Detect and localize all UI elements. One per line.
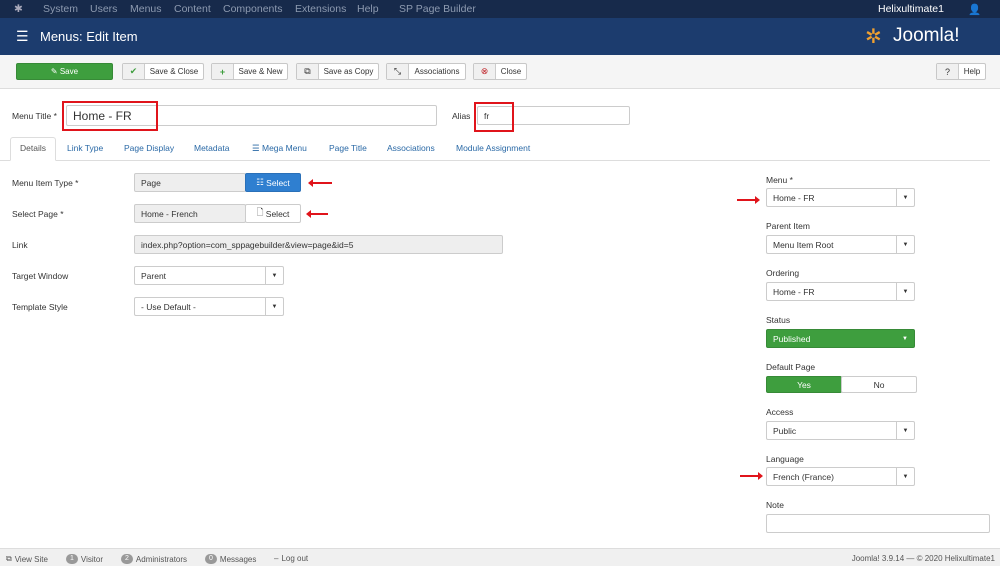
ordering-select[interactable]: Home - FR ▼ bbox=[766, 282, 915, 301]
tab-module-assignment[interactable]: Module Assignment bbox=[456, 143, 530, 153]
default-no-button[interactable]: No bbox=[841, 376, 917, 393]
caret-down-icon: ▼ bbox=[896, 189, 914, 206]
link-label: Link bbox=[12, 240, 28, 250]
nav-help[interactable]: Help bbox=[357, 3, 379, 15]
messages-link[interactable]: 0 Messages bbox=[205, 554, 256, 564]
toolbar: ✎ Save ✔ Save & Close + Save & New ⧉ Save a… bbox=[0, 55, 1000, 89]
template-style-select[interactable]: - Use Default - ▼ bbox=[134, 297, 284, 316]
default-yes-button[interactable]: Yes bbox=[766, 376, 842, 393]
annotation-box bbox=[62, 101, 158, 131]
note-label: Note bbox=[766, 500, 784, 510]
question-icon: ? bbox=[937, 64, 959, 79]
menu-label: Menu * bbox=[766, 175, 793, 185]
tab-divider bbox=[0, 160, 990, 161]
tab-metadata[interactable]: Metadata bbox=[194, 143, 229, 153]
list-icon: ☷ bbox=[256, 177, 267, 187]
joomla-logo-icon: ✲ bbox=[865, 26, 882, 48]
status-label: Status bbox=[766, 315, 791, 325]
nav-menus[interactable]: Menus bbox=[130, 3, 162, 15]
visitors-link[interactable]: 1 Visitor bbox=[66, 554, 103, 564]
page-header: ☰ Menus: Edit Item ✲ Joomla! bbox=[0, 18, 1000, 55]
joomla-icon[interactable]: ✱ bbox=[14, 3, 23, 15]
menu-select[interactable]: Home - FR ▼ bbox=[766, 188, 915, 207]
target-window-label: Target Window bbox=[12, 271, 69, 281]
menu-title-label: Menu Title * bbox=[12, 111, 57, 121]
joomla-logo: Joomla! bbox=[893, 25, 960, 46]
annotation-arrow bbox=[740, 472, 763, 480]
caret-down-icon: ▼ bbox=[265, 298, 283, 315]
menu-item-type-select-button[interactable]: ☷ Select bbox=[245, 173, 301, 192]
save-new-button[interactable]: + Save & New bbox=[211, 63, 288, 80]
menu-item-type-label: Menu Item Type * bbox=[12, 178, 79, 188]
annotation-arrow bbox=[737, 196, 760, 204]
target-window-select[interactable]: Parent ▼ bbox=[134, 266, 284, 285]
access-label: Access bbox=[766, 407, 794, 417]
select-page-label: Select Page * bbox=[12, 209, 64, 219]
caret-down-icon: ▼ bbox=[265, 267, 283, 284]
tab-associations[interactable]: Associations bbox=[387, 143, 435, 153]
annotation-arrow bbox=[308, 179, 332, 187]
menu-item-type-field: Page bbox=[134, 173, 246, 192]
nav-system[interactable]: System bbox=[43, 3, 78, 15]
alias-label: Alias bbox=[452, 111, 471, 121]
note-input[interactable] bbox=[766, 514, 990, 533]
language-select[interactable]: French (France) ▼ bbox=[766, 467, 915, 486]
tab-page-display[interactable]: Page Display bbox=[124, 143, 174, 153]
default-page-label: Default Page bbox=[766, 362, 816, 372]
minus-icon: – bbox=[274, 554, 279, 563]
logout-link[interactable]: – Log out bbox=[274, 554, 308, 563]
caret-down-icon: ▼ bbox=[896, 283, 914, 300]
nav-users[interactable]: Users bbox=[90, 3, 117, 15]
administrators-link[interactable]: 2 Administrators bbox=[121, 554, 187, 564]
caret-down-icon: ▼ bbox=[896, 236, 914, 253]
view-site-link[interactable]: ⧉ View Site bbox=[6, 554, 48, 564]
top-navbar: ✱ System Users Menus Content Components … bbox=[0, 0, 1000, 18]
save-button[interactable]: ✎ Save bbox=[16, 63, 113, 80]
select-page-field: Home - French bbox=[134, 204, 246, 223]
plus-icon: + bbox=[212, 64, 234, 79]
cancel-icon: ⊗ bbox=[474, 64, 496, 79]
select-page-button[interactable]: 🗋 Select bbox=[245, 204, 301, 223]
save-copy-button[interactable]: ⧉ Save as Copy bbox=[296, 63, 379, 80]
parent-item-label: Parent Item bbox=[766, 221, 810, 231]
tab-mega-menu[interactable]: ☰ Mega Menu bbox=[252, 143, 307, 154]
check-icon: ✔ bbox=[123, 64, 145, 79]
link-field: index.php?option=com_sppagebuilder&view=… bbox=[134, 235, 503, 254]
tab-link-type[interactable]: Link Type bbox=[67, 143, 103, 153]
template-style-label: Template Style bbox=[12, 302, 68, 312]
nav-extensions[interactable]: Extensions bbox=[295, 3, 346, 15]
tab-details-label[interactable]: Details bbox=[20, 143, 46, 153]
caret-down-icon: ▼ bbox=[896, 468, 914, 485]
parent-item-select[interactable]: Menu Item Root ▼ bbox=[766, 235, 915, 254]
file-icon: 🗋 bbox=[256, 206, 266, 217]
caret-down-icon: ▼ bbox=[902, 335, 908, 342]
ordering-label: Ordering bbox=[766, 268, 800, 278]
contract-icon: ⤡ bbox=[387, 64, 409, 79]
nav-sp-page-builder[interactable]: SP Page Builder bbox=[399, 3, 476, 15]
nav-components[interactable]: Components bbox=[223, 3, 283, 15]
nav-user-site[interactable]: Helixultimate1 bbox=[878, 3, 944, 15]
status-bar: ⧉ View Site 1 Visitor 2 Administrators 0 Mes… bbox=[0, 548, 1000, 566]
associations-button[interactable]: ⤡ Associations bbox=[386, 63, 466, 80]
external-link-icon: ⧉ bbox=[6, 554, 12, 563]
help-button[interactable]: ? Help bbox=[936, 63, 986, 80]
access-select[interactable]: Public ▼ bbox=[766, 421, 915, 440]
tab-page-title[interactable]: Page Title bbox=[329, 143, 367, 153]
page-title: Menus: Edit Item bbox=[40, 29, 138, 44]
annotation-box bbox=[474, 102, 514, 132]
caret-down-icon: ▼ bbox=[896, 422, 914, 439]
nav-content[interactable]: Content bbox=[174, 3, 211, 15]
language-label: Language bbox=[766, 454, 804, 464]
user-icon[interactable]: 👤 bbox=[968, 3, 981, 16]
copy-icon: ⧉ bbox=[297, 64, 319, 79]
list-icon: ☰ bbox=[16, 28, 29, 44]
version-text: Joomla! 3.9.14 — © 2020 Helixultimate1 bbox=[851, 554, 995, 563]
save-close-button[interactable]: ✔ Save & Close bbox=[122, 63, 204, 80]
edit-icon: ✎ bbox=[50, 67, 60, 76]
annotation-arrow bbox=[306, 210, 328, 218]
status-select[interactable]: Published ▼ bbox=[766, 329, 915, 348]
close-button[interactable]: ⊗ Close bbox=[473, 63, 527, 80]
menu-icon: ☰ bbox=[252, 143, 262, 153]
